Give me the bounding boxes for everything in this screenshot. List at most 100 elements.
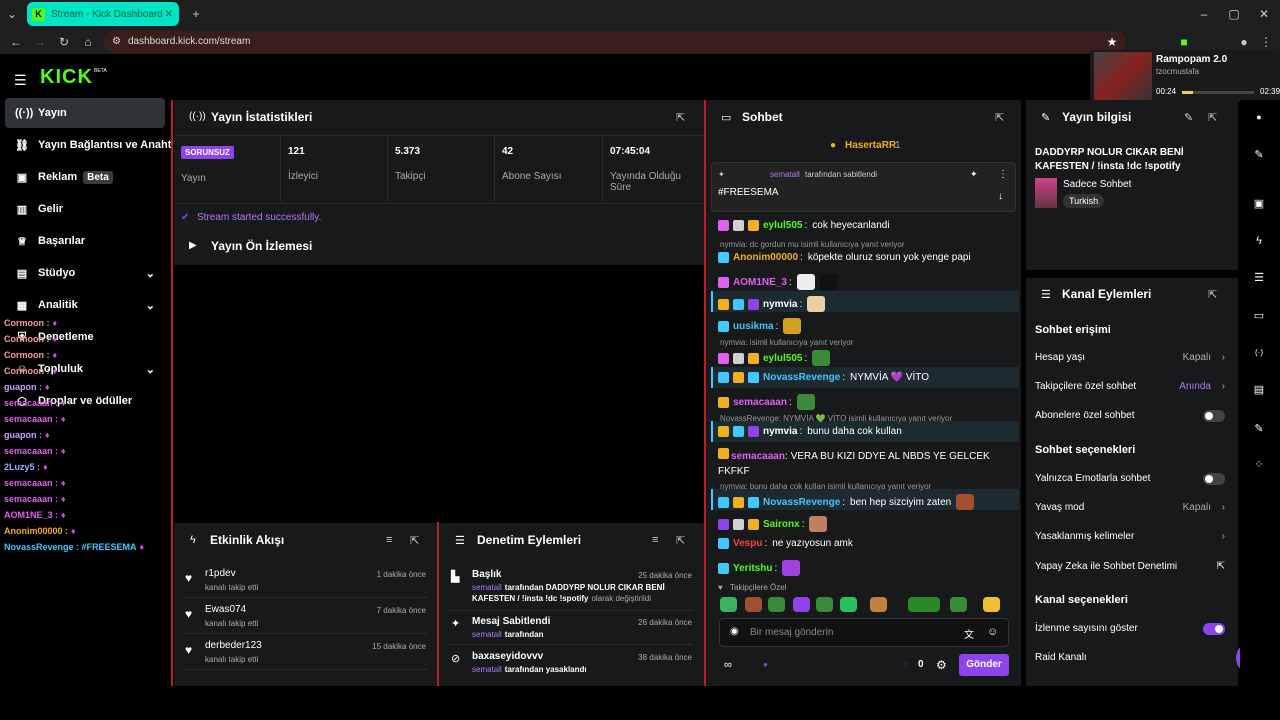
media-popup[interactable]: Rampopam 2.0 tzocmustafa 00:24 02:39 xyxy=(1090,50,1280,102)
extension-icon[interactable]: ■ xyxy=(1176,34,1192,50)
new-tab-icon[interactable]: + xyxy=(188,6,204,22)
popout-icon[interactable]: ⇱ xyxy=(676,534,685,547)
popout-icon[interactable]: ⇱ xyxy=(995,111,1004,124)
chat-username[interactable]: Anonim00000 xyxy=(733,252,798,263)
settings-gear-icon[interactable]: ⚙ xyxy=(936,658,947,672)
emote-icon[interactable] xyxy=(745,597,762,612)
reload-icon[interactable]: ↻ xyxy=(56,34,72,50)
activity-user[interactable]: Ewas074 xyxy=(205,604,246,615)
sidebar-item-stream-key[interactable]: ⛓ Yayın Bağlantısı ve Anahtarı xyxy=(5,130,171,160)
more-options-icon[interactable]: ⋮ xyxy=(998,169,1008,180)
mod-actor[interactable]: sematall xyxy=(472,583,502,592)
chat-message[interactable]: uusikma: xyxy=(718,318,802,334)
chat-username[interactable]: nymvia xyxy=(763,299,797,310)
rail-edit-icon[interactable]: ✎ xyxy=(1249,145,1269,165)
sidebar-item-yayin[interactable]: ((·)) Yayın xyxy=(5,98,165,128)
chat-username[interactable]: nymvia xyxy=(763,426,797,437)
slow-mode-row[interactable]: Yavaş mod Kapalı › xyxy=(1035,502,1225,513)
chat-username[interactable]: uusikma xyxy=(733,321,774,332)
chat-username[interactable]: Yeritshu xyxy=(733,563,772,574)
rail-more-icon[interactable]: ⁘ xyxy=(1249,455,1269,475)
emote-icon[interactable] xyxy=(983,597,1000,612)
chat-rules-icon[interactable]: ∞ xyxy=(724,659,732,671)
browser-menu-icon[interactable]: ⋮ xyxy=(1258,34,1274,50)
activity-user[interactable]: derbeder123 xyxy=(205,640,262,651)
minimize-icon[interactable]: – xyxy=(1196,6,1212,22)
sidebar-item-reklam[interactable]: ▣ Reklam Beta xyxy=(5,162,165,192)
url-input[interactable]: ⚙ dashboard.kick.com/stream xyxy=(104,31,1126,53)
forward-icon[interactable]: → xyxy=(32,34,48,50)
subs-only-toggle[interactable] xyxy=(1203,409,1225,422)
activity-user[interactable]: r1pdev xyxy=(205,568,236,579)
unpin-icon[interactable]: ✦ xyxy=(970,169,978,180)
back-icon[interactable]: ← xyxy=(8,34,24,50)
mod-actor[interactable]: sematall xyxy=(472,630,502,639)
filter-icon[interactable]: ≡ xyxy=(386,534,392,546)
profile-avatar[interactable]: ● xyxy=(1236,34,1252,50)
chat-username[interactable]: NovassRevenge xyxy=(763,497,840,508)
emote-icon[interactable] xyxy=(816,597,833,612)
chat-message[interactable]: nymvia: bunu daha cok kullan xyxy=(718,426,902,437)
emote-icon[interactable] xyxy=(768,597,785,612)
chat-username[interactable]: eylul505 xyxy=(763,220,802,231)
emote-icon[interactable] xyxy=(720,597,737,612)
rail-lightning-icon[interactable]: ϟ xyxy=(1249,231,1269,251)
hamburger-menu-icon[interactable]: ☰ xyxy=(14,72,27,89)
emote-icon[interactable] xyxy=(908,597,940,612)
close-window-icon[interactable]: ✕ xyxy=(1256,6,1272,22)
rail-channel-icon[interactable]: ▤ xyxy=(1249,380,1269,400)
sidebar-item-studyo[interactable]: ▤ Stüdyo ⌄ xyxy=(5,258,165,288)
emote-icon[interactable] xyxy=(870,597,887,612)
send-button[interactable]: Gönder xyxy=(959,654,1009,676)
emote-icon[interactable] xyxy=(950,597,967,612)
chat-message[interactable]: Saironx: xyxy=(718,516,828,532)
chat-message[interactable]: NovassRevenge: NYMVİA 💜 VİTO xyxy=(718,372,929,383)
home-icon[interactable]: ⌂ xyxy=(80,34,96,50)
rail-chat-icon[interactable]: ▭ xyxy=(1249,306,1269,326)
banned-words-row[interactable]: Yasaklanmış kelimeler › xyxy=(1035,531,1225,542)
emote-only-row[interactable]: Yalnızca Emotlarla sohbet xyxy=(1035,472,1225,485)
chat-message[interactable]: Anonim00000: köpekte oluruz sorun yok yen… xyxy=(718,252,971,263)
chat-message[interactable]: semacaaan: xyxy=(718,394,815,410)
bookmark-star-icon[interactable]: ★ xyxy=(1104,34,1120,50)
popout-icon[interactable]: ⇱ xyxy=(410,534,419,547)
popout-icon[interactable]: ⇱ xyxy=(1208,111,1217,124)
rail-list-icon[interactable]: ☰ xyxy=(1249,268,1269,288)
tab-list-icon[interactable]: ⌄ xyxy=(4,6,20,22)
kick-logo[interactable]: KICK xyxy=(40,66,93,89)
chat-username[interactable]: Vespu xyxy=(733,538,762,549)
chat-message[interactable]: Vespu: ne yazıyosun amk xyxy=(718,538,853,549)
subs-only-row[interactable]: Abonelere özel sohbet xyxy=(1035,409,1225,422)
emote-only-toggle[interactable] xyxy=(1203,472,1225,485)
sidebar-item-gelir[interactable]: ▥ Gelir xyxy=(5,194,165,224)
emoji-icon[interactable]: ☺ xyxy=(987,626,998,638)
edit-pencil-icon[interactable]: ✎ xyxy=(1184,111,1193,124)
popout-icon[interactable]: ⇱ xyxy=(1208,288,1217,301)
chat-message[interactable]: NovassRevenge: ben hep sizciyim zaten xyxy=(718,494,975,510)
rail-broadcast-icon[interactable]: (·) xyxy=(1249,343,1269,363)
show-viewers-row[interactable]: İzlenme sayısını göster xyxy=(1035,622,1225,635)
emote-icon[interactable] xyxy=(793,597,810,612)
chat-username[interactable]: Saironx xyxy=(763,519,800,530)
chat-username[interactable]: AOM1NE_3 xyxy=(733,277,787,288)
show-viewers-toggle[interactable] xyxy=(1203,622,1225,635)
chat-username[interactable]: NovassRevenge xyxy=(763,372,840,383)
emote-icon[interactable] xyxy=(840,597,857,612)
account-age-row[interactable]: Hesap yaşı Kapalı › xyxy=(1035,352,1225,363)
translate-icon[interactable]: 文 xyxy=(964,626,974,641)
mod-actor[interactable]: sematall xyxy=(472,665,502,674)
followers-only-row[interactable]: Takipçilere özel sohbet Anında › xyxy=(1035,381,1225,392)
chat-message[interactable]: eylul505: xyxy=(718,350,831,366)
rail-dot-icon[interactable]: ● xyxy=(1249,107,1269,127)
chat-username[interactable]: semacaaan xyxy=(731,451,785,462)
chat-username[interactable]: eylul505 xyxy=(763,353,802,364)
chat-message[interactable]: AOM1NE_3: xyxy=(718,274,838,290)
popout-icon[interactable]: ⇱ xyxy=(676,111,685,124)
filter-icon[interactable]: ≡ xyxy=(652,534,658,546)
maximize-icon[interactable]: ▢ xyxy=(1226,6,1242,22)
close-tab-icon[interactable]: ✕ xyxy=(165,9,173,20)
chat-message[interactable]: nymvia: xyxy=(718,296,826,312)
rail-wrench-icon[interactable]: ✎ xyxy=(1249,419,1269,439)
raid-row[interactable]: Raid Kanalı xyxy=(1035,652,1225,663)
chat-username[interactable]: semacaaan xyxy=(733,397,787,408)
